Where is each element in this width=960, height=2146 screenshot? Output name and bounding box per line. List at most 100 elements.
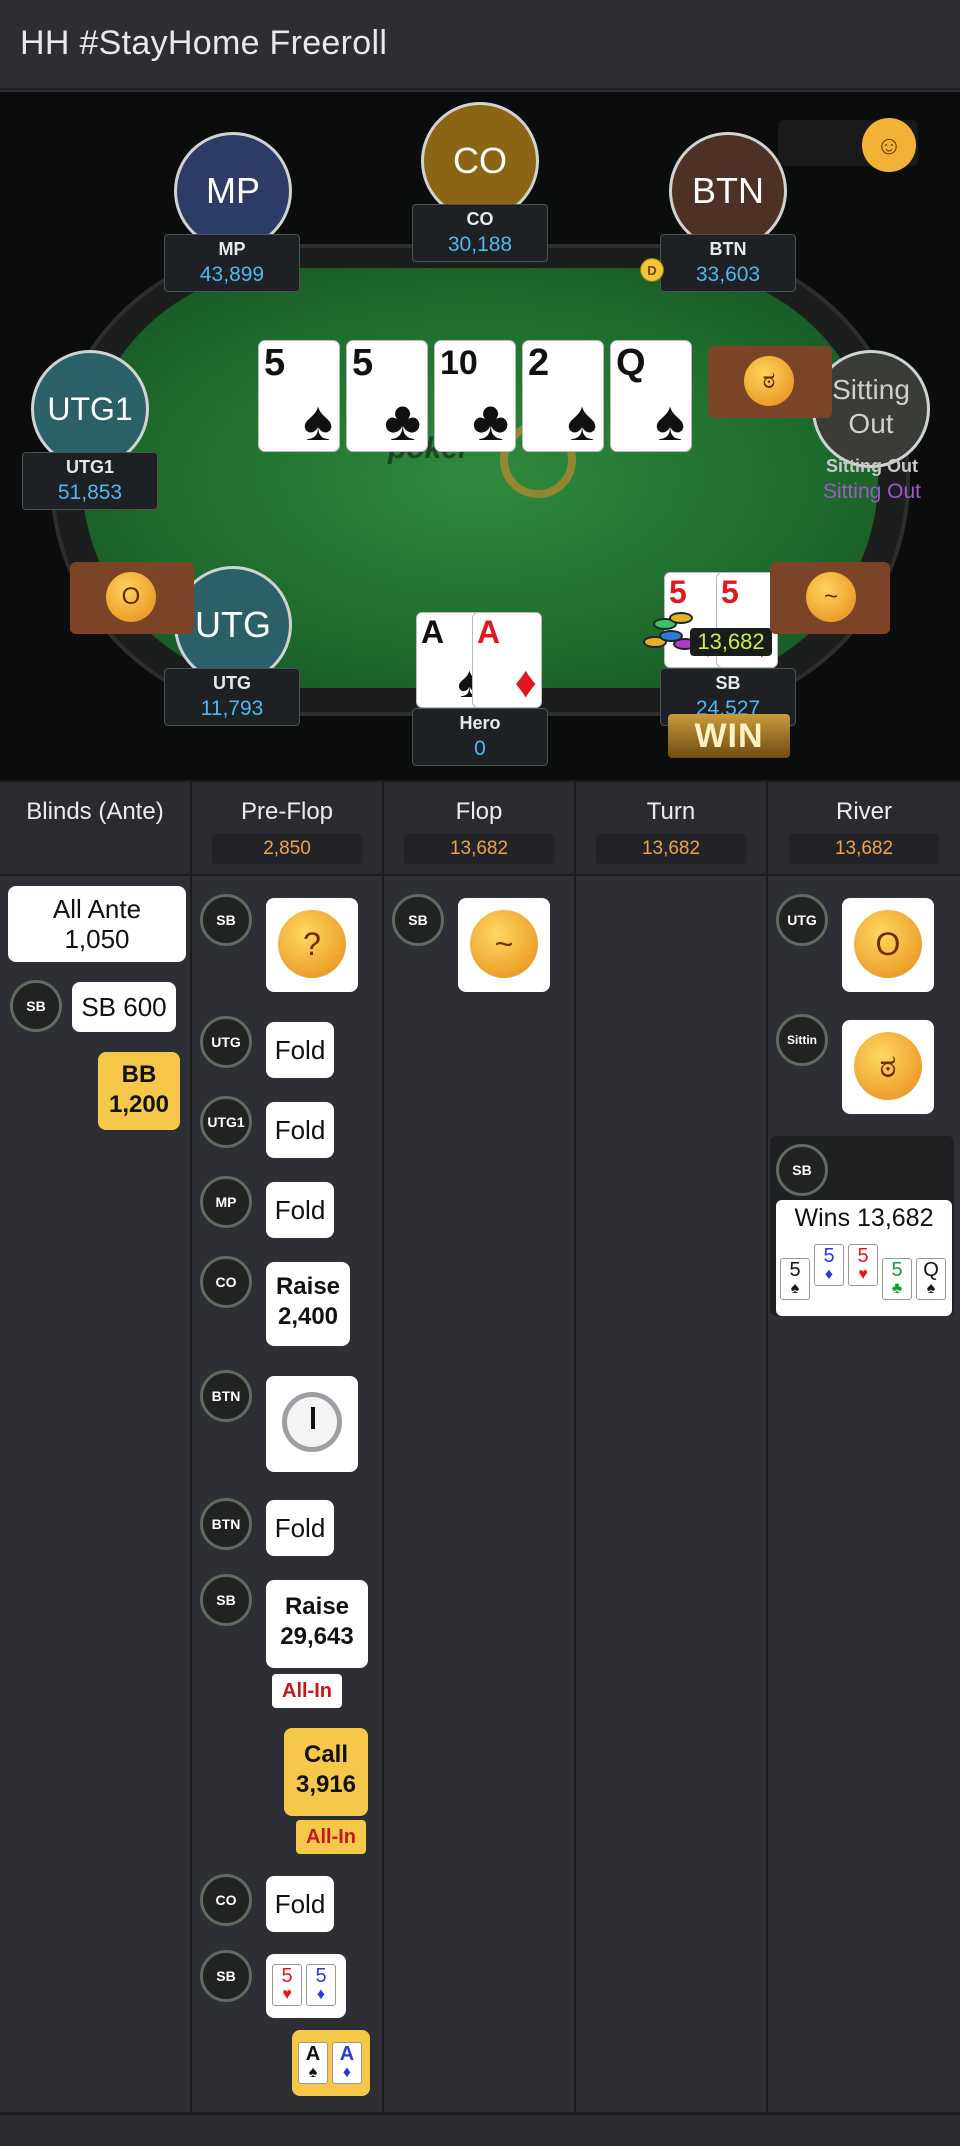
- preflop-utg-badge: UTG: [200, 1016, 252, 1068]
- winning-card-1: 5 ♠: [780, 1258, 810, 1300]
- seat-mp-avatar[interactable]: MP: [174, 132, 292, 250]
- turn-column: [576, 878, 768, 2112]
- flop-sb-emote: ~: [458, 898, 550, 992]
- street-header-turn[interactable]: Turn 13,682: [576, 782, 768, 878]
- sitting-out-emote-bubble: ಠ: [708, 346, 832, 418]
- preflop-co-action-2: Fold: [266, 1876, 334, 1932]
- river-winner-badge: SB: [776, 1144, 828, 1196]
- preflop-sb-shown-cards: 5 ♥ 5 ♦: [266, 1954, 346, 2018]
- river-utg-badge: UTG: [776, 894, 828, 946]
- winning-card-3: 5 ♥: [848, 1244, 878, 1286]
- seat-utg-name: UTG: [213, 673, 251, 693]
- board-card-3: 10 ♣: [434, 340, 516, 452]
- seat-utg1-stack: 51,853: [57, 481, 123, 504]
- street-header-row: Blinds (Ante) Pre-Flop 2,850 Flop 13,682…: [0, 780, 960, 878]
- board-card-1: 5 ♠: [258, 340, 340, 452]
- seat-utg1-plate: UTG1 51,853: [22, 452, 158, 510]
- shown-card-sb-1: 5 ♥: [272, 1964, 302, 2006]
- turn-pot: 13,682: [596, 834, 746, 864]
- thinking-face-icon: ~: [470, 910, 538, 978]
- seat-btn-plate: BTN 33,603: [660, 234, 796, 292]
- flop-column: [384, 878, 576, 2112]
- thinking-face-icon: ~: [806, 572, 856, 622]
- preflop-btn-timer: [266, 1376, 358, 1472]
- seat-sitting-out-plate: Sitting Out Sitting Out: [804, 452, 940, 510]
- shown-card-sb-2: 5 ♦: [306, 1964, 336, 2006]
- hand-history-screen: HH #StayHome Freeroll poker ☺ MP MP 43,8…: [0, 0, 960, 2146]
- preflop-pot: 2,850: [212, 834, 362, 864]
- seat-utg-plate: UTG 11,793: [164, 668, 300, 726]
- seat-btn-avatar[interactable]: BTN: [669, 132, 787, 250]
- street-header-preflop[interactable]: Pre-Flop 2,850: [192, 782, 384, 878]
- page-title: HH #StayHome Freeroll: [20, 24, 388, 62]
- preflop-sb-allin-tag: All-In: [272, 1674, 342, 1708]
- preflop-utg-action: Fold: [266, 1022, 334, 1078]
- pot-amount: 13,682: [690, 628, 772, 656]
- seat-btn-stack: 33,603: [695, 263, 761, 286]
- preflop-sb-emote: ?: [266, 898, 358, 992]
- river-pot: 13,682: [789, 834, 939, 864]
- sb-position-badge: SB: [10, 980, 62, 1032]
- board-card-2: 5 ♣: [346, 340, 428, 452]
- sb-emote-bubble: ~: [770, 562, 890, 634]
- preflop-utg1-action: Fold: [266, 1102, 334, 1158]
- seat-btn-name: BTN: [709, 239, 747, 259]
- street-header-blinds[interactable]: Blinds (Ante): [0, 782, 192, 878]
- seat-hero-plate: Hero 0: [412, 708, 548, 766]
- preflop-mp-badge: MP: [200, 1176, 252, 1228]
- shown-card-hero-2: A ♦: [332, 2042, 362, 2084]
- preflop-utg1-badge: UTG1: [200, 1096, 252, 1148]
- preflop-sb-badge-2: SB: [200, 1574, 252, 1626]
- river-sitting-out-badge: Sittin: [776, 1014, 828, 1066]
- seat-hero-stack: 0: [474, 737, 486, 760]
- seat-sitting-out-stack: Sitting Out: [822, 480, 922, 503]
- bottom-scroll-bar[interactable]: [0, 2112, 960, 2146]
- title-bar: HH #StayHome Freeroll: [0, 0, 960, 90]
- preflop-btn-action: Fold: [266, 1500, 334, 1556]
- winning-card-5: Q ♠: [916, 1258, 946, 1300]
- hero-card-2: A ♦: [472, 612, 542, 708]
- preflop-co-badge-2: CO: [200, 1874, 252, 1926]
- seat-mp-stack: 43,899: [199, 263, 265, 286]
- preflop-co-action: Raise 2,400: [266, 1262, 350, 1346]
- seat-co-plate: CO 30,188: [412, 204, 548, 262]
- winning-card-4: 5 ♣: [882, 1258, 912, 1300]
- alarm-clock-icon: [282, 1392, 342, 1452]
- winning-card-2: 5 ♦: [814, 1244, 844, 1286]
- seat-utg-stack: 11,793: [200, 697, 264, 720]
- preflop-hero-allin-tag: All-In: [296, 1820, 366, 1854]
- preflop-sb-raise: Raise 29,643: [266, 1580, 368, 1668]
- street-header-river[interactable]: River 13,682: [768, 782, 960, 878]
- preflop-btn-badge-2: BTN: [200, 1498, 252, 1550]
- seat-co-avatar[interactable]: CO: [421, 102, 539, 220]
- flop-pot: 13,682: [404, 834, 554, 864]
- seat-sitting-out-name: Sitting Out: [826, 456, 918, 476]
- laughing-face-icon: ☺: [862, 118, 916, 172]
- sb-blind-bubble: SB 600: [72, 982, 176, 1032]
- seat-co-name: CO: [466, 209, 494, 229]
- seat-utg1-avatar[interactable]: UTG1: [31, 350, 149, 468]
- table-replay: poker ☺ MP MP 43,899 CO CO 30,188 BTN BT…: [0, 92, 960, 780]
- bb-blind-bubble: BB 1,200: [98, 1052, 180, 1130]
- utg-emote-bubble: O: [70, 562, 194, 634]
- screaming-face-icon: O: [106, 572, 156, 622]
- preflop-co-badge: CO: [200, 1256, 252, 1308]
- thinking-face-icon: ?: [278, 910, 346, 978]
- seat-mp-name: MP: [218, 239, 246, 259]
- river-sitting-out-emote: ಠ: [842, 1020, 934, 1114]
- screaming-face-icon: O: [854, 910, 922, 978]
- preflop-hero-call: Call 3,916: [284, 1728, 368, 1816]
- board-card-4: 2 ♠: [522, 340, 604, 452]
- preflop-sb-badge: SB: [200, 894, 252, 946]
- street-header-flop[interactable]: Flop 13,682: [384, 782, 576, 878]
- winner-amount: Wins 13,682: [794, 1204, 934, 1232]
- seat-hero-name: Hero: [459, 713, 501, 733]
- ante-bubble: All Ante 1,050: [8, 886, 186, 962]
- preflop-hero-shown-cards: A ♠ A ♦: [292, 2030, 370, 2096]
- dealer-button-icon: D: [640, 258, 664, 282]
- flop-sb-badge: SB: [392, 894, 444, 946]
- angry-face-icon: ಠ: [854, 1032, 922, 1100]
- seat-mp-plate: MP 43,899: [164, 234, 300, 292]
- board-card-5: Q ♠: [610, 340, 692, 452]
- win-badge: WIN: [668, 714, 790, 758]
